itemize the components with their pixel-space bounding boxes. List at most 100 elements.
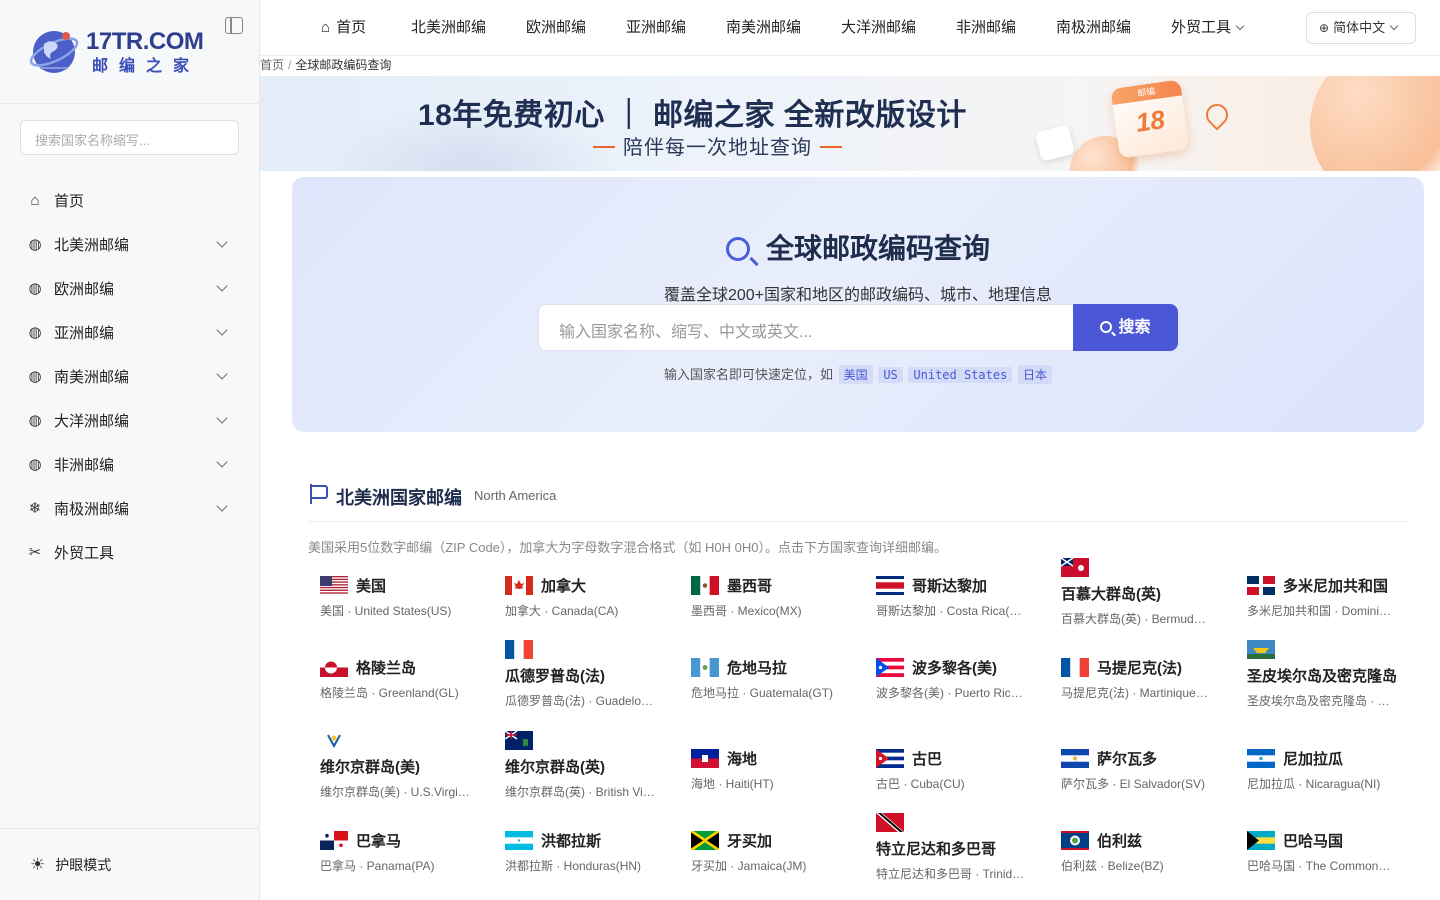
sidebar-item-4[interactable]: ◍ 南美洲邮编 [0,354,260,398]
chevron-down-icon[interactable] [216,236,228,248]
chevron-down-icon[interactable] [216,368,228,380]
hero-description: 覆盖全球200+国家和地区的邮政编码、城市、地理信息 [663,287,1053,304]
country-name-row: 美国 [320,574,495,596]
country-name-row: 巴哈马国 [1247,829,1422,851]
topnav-oceania[interactable]: 大洋洲邮编 [841,0,916,56]
chevron-down-icon[interactable] [216,324,228,336]
sidebar-item-6[interactable]: ◍ 非洲邮编 [0,442,260,486]
logo-subtitle: 邮编之家 [92,58,201,75]
sidebar-item-label: 亚洲邮编 [54,324,115,342]
topnav-trade-tools-label: 外贸工具 [1171,19,1232,36]
country-subtitle: 圣皮埃尔岛及密克隆岛 · Saint Pierre and Miquelon(P… [1247,694,1397,708]
country-card[interactable]: 波多黎各(美) 波多黎各(美) · Puerto Rico(PR) [876,656,1051,701]
sidebar-item-label: 外贸工具 [54,544,115,562]
country-card[interactable]: 萨尔瓦多 萨尔瓦多 · El Salvador(SV) [1061,747,1236,792]
section-title: 北美洲国家邮编 [336,488,462,508]
country-search-input[interactable]: 输入国家名称、缩写、中文或英文... [538,304,1074,351]
eye-mode-toggle[interactable]: ☀ 护眼模式 [0,828,260,900]
country-card[interactable]: 危地马拉 危地马拉 · Guatemala(GT) [691,656,866,701]
sidebar-search-input[interactable]: 搜索国家名称缩写... [20,120,239,155]
search-icon [1100,321,1113,333]
country-card[interactable]: 维尔京群岛(英) 维尔京群岛(英) · British Virgin Island… [504,730,680,800]
cu-flag-icon [876,748,904,768]
country-card[interactable]: 海地 海地 · Haiti(HT) [691,747,866,792]
country-name: 牙买加 [727,832,773,850]
topnav-trade-tools[interactable]: 外贸工具 [1171,0,1245,56]
country-subtitle: 波多黎各(美) · Puerto Rico(PR) [876,686,1026,700]
country-card[interactable]: 马提尼克(法) 马提尼克(法) · Martinique(MQ) [1061,656,1236,701]
hint-chip[interactable]: 美国 [838,365,873,384]
topnav-south-america[interactable]: 南美洲邮编 [726,0,801,56]
sidebar-item-3[interactable]: ◍ 亚洲邮编 [0,310,260,354]
hint-chip[interactable]: United States [908,367,1013,383]
country-card[interactable]: 多米尼加共和国多米尼加共和国 · Dominican Republic(DO) [1247,574,1422,619]
flag-icon [310,484,328,504]
globe-logo-icon[interactable] [26,22,82,78]
country-card[interactable]: 巴哈马国巴哈马国 · The Commonwealth of The Baham… [1247,829,1422,874]
banner-subtitle-wrap: 陪伴每一次地址查询 [585,131,850,160]
country-card[interactable]: 瓜德罗普岛(法) 瓜德罗普岛(法) · Guadeloupe(GP) [505,640,680,709]
globe-icon: ◍ [28,236,42,253]
country-card[interactable]: 格陵兰岛 格陵兰岛 · Greenland(GL) [320,656,495,701]
country-card[interactable]: 墨西哥 墨西哥 · Mexico(MX) [691,574,866,619]
sidebar-item-0[interactable]: ⌂ 首页 [0,178,260,222]
country-name-row: 多米尼加共和国 [1247,574,1422,596]
country-card[interactable]: 洪都拉斯 洪都拉斯 · Honduras(HN) [505,829,680,874]
country-card[interactable]: 哥斯达黎加 哥斯达黎加 · Costa Rica(CR) [876,574,1051,619]
sidebar-item-1[interactable]: ◍ 北美洲邮编 [0,222,260,266]
country-subtitle: 马提尼克(法) · Martinique(MQ) [1061,686,1211,700]
hint-chip[interactable]: US [878,367,903,383]
topnav-asia[interactable]: 亚洲邮编 [626,0,686,56]
search-hero: 全球邮政编码查询 覆盖全球200+国家和地区的邮政编码、城市、地理信息 输入国家… [292,177,1424,432]
calendar-number: 18 [1133,104,1167,138]
pa-flag-icon [320,830,348,850]
chevron-down-icon[interactable] [216,412,228,424]
country-name-row: 波多黎各(美) [876,656,1051,678]
topnav-home[interactable]: ⌂ 首页 [321,0,366,56]
hint-chip[interactable]: 日本 [1017,365,1052,384]
topnav-north-america[interactable]: 北美洲邮编 [411,0,486,56]
sidebar-item-2[interactable]: ◍ 欧洲邮编 [0,266,260,310]
country-card[interactable]: 古巴 古巴 · Cuba(CU) [876,747,1051,792]
snowflake-icon: ❄ [28,500,42,517]
country-card[interactable]: 维尔京群岛(美) 维尔京群岛(美) · U.S.Virgin Islands(VI… [320,731,495,800]
search-button[interactable]: 搜索 [1073,304,1178,351]
country-card[interactable]: 百慕大群岛(英) 百慕大群岛(英) · Bermuda(BM) [1060,557,1236,627]
country-card[interactable]: 特立尼达和多巴哥特立尼达和多巴哥 · Trinidad and Tobago(T… [876,813,1051,882]
promo-banner[interactable]: 18年免费初心 ｜ 邮编之家 全新改版设计 陪伴每一次地址查询 邮编 18 [260,76,1440,171]
sidebar-item-7[interactable]: ❄ 南极洲邮编 [0,486,260,530]
eye-mode-label: 护眼模式 [55,856,112,873]
country-card[interactable]: 加拿大 加拿大 · Canada(CA) [505,574,680,619]
pm-flag-icon [1247,640,1275,659]
ni-flag-icon [1247,748,1275,768]
country-subtitle: 维尔京群岛(英) · British Virgin Islands(VG) [505,785,655,799]
country-subtitle: 萨尔瓦多 · El Salvador(SV) [1061,777,1206,791]
chevron-down-icon[interactable] [216,456,228,468]
country-card[interactable]: 牙买加 牙买加 · Jamaica(JM) [690,829,866,874]
do-flag-icon [1247,575,1275,595]
country-name: 马提尼克(法) [1097,659,1182,677]
sidebar-toggle-icon[interactable] [225,17,243,34]
country-subtitle: 特立尼达和多巴哥 · Trinidad and Tobago(TT) [876,867,1026,881]
country-card[interactable]: 圣皮埃尔岛及密克隆岛圣皮埃尔岛及密克隆岛 · Saint Pierre and … [1247,640,1422,709]
chevron-down-icon[interactable] [216,280,228,292]
gl-flag-icon [320,657,348,677]
topnav-africa[interactable]: 非洲邮编 [956,0,1016,56]
country-card[interactable]: 美国 美国 · United States(US) [320,574,495,619]
topnav-antarctica[interactable]: 南极洲邮编 [1056,0,1131,56]
chevron-down-icon[interactable] [216,500,228,512]
breadcrumb-home[interactable]: 首页 [260,58,284,72]
logo-area: 17TR.COM 邮编之家 [0,0,259,104]
country-card[interactable]: 伯利兹 伯利兹 · Belize(BZ) [1061,829,1236,874]
country-name: 多米尼加共和国 [1283,577,1389,595]
country-card[interactable]: 尼加拉瓜 尼加拉瓜 · Nicaragua(NI) [1247,747,1422,792]
globe-icon: ◍ [28,412,42,429]
topnav-europe[interactable]: 欧洲邮编 [526,0,586,56]
country-name-row: 百慕大群岛(英) [1060,557,1236,604]
country-card[interactable]: 巴拿马 巴拿马 · Panama(PA) [320,829,495,874]
sidebar-item-8[interactable]: ✂ 外贸工具 [0,530,260,574]
cr-flag-icon [876,575,904,595]
mx-flag-icon [691,575,719,595]
sidebar-item-5[interactable]: ◍ 大洋洲邮编 [0,398,260,442]
language-select[interactable]: ⊕ 简体中文 [1306,12,1416,44]
